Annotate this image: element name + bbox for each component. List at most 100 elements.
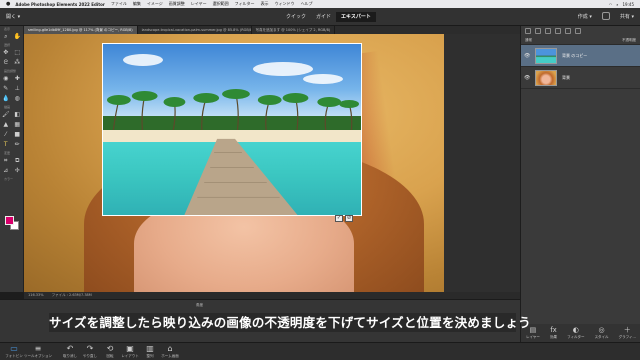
apple-icon[interactable]: ● bbox=[6, 1, 10, 7]
fx-icon: fx bbox=[550, 326, 557, 334]
marquee-tool-icon[interactable]: ⬚ bbox=[13, 49, 21, 57]
layer-name: 背景 のコピー bbox=[562, 52, 588, 58]
eye-tool-icon[interactable]: ◉ bbox=[2, 75, 10, 83]
move-tool-icon[interactable]: ✥ bbox=[2, 49, 10, 57]
tab-portrait[interactable]: smiling-gile1db89f_1280.jpg @ 117% (背景 の… bbox=[24, 26, 138, 34]
hand-tool-icon[interactable]: ✋ bbox=[13, 33, 21, 41]
tool-panel: 表示 ⌕ ✋ 選択 ✥ ⬚ ᘓ ⁂ 画質調整 ◉ ✚ ✎ ⊥ 💧 ◍ 描画 🖌 ◧ ▲ ▦ ⁄ ■… bbox=[0, 26, 24, 292]
clock[interactable]: 19:45 bbox=[622, 2, 634, 7]
mode-expert[interactable]: エキスパート bbox=[336, 12, 376, 22]
crop-tool-icon[interactable]: ⌗ bbox=[2, 157, 10, 165]
magic-wand-tool-icon[interactable]: ⁂ bbox=[13, 59, 21, 67]
menu-view[interactable]: 表示 bbox=[261, 1, 269, 7]
paint-bucket-tool-icon[interactable]: ▲ bbox=[2, 121, 10, 129]
app-top-bar: 開く ▾ クイック ガイド エキスパート 作成 ▾ 共有 ▾ bbox=[0, 8, 640, 26]
eraser-tool-icon[interactable]: ◧ bbox=[13, 111, 21, 119]
menu-window[interactable]: ウィンドウ bbox=[275, 1, 295, 7]
create-button[interactable]: 作成 ▾ bbox=[578, 13, 592, 20]
undo-button[interactable]: ↶ 取り消し bbox=[60, 344, 80, 359]
photo-bin-button[interactable]: ▭ フォトビン bbox=[4, 344, 24, 359]
smart-brush-tool-icon[interactable]: ✎ bbox=[2, 85, 10, 93]
zoom-readout[interactable]: 116.33% bbox=[28, 292, 44, 299]
layout-button[interactable]: ▣ レイアウト bbox=[120, 344, 140, 359]
menu-edit[interactable]: 編集 bbox=[133, 1, 141, 7]
cancel-transform-icon[interactable]: ⊘ bbox=[345, 215, 353, 222]
panel-icon[interactable] bbox=[601, 12, 610, 20]
graphics-button[interactable]: ＋グラフィ... bbox=[619, 326, 636, 340]
menu-layer[interactable]: レイヤー bbox=[191, 1, 207, 7]
menu-image[interactable]: イメージ bbox=[147, 1, 163, 7]
lock-icon[interactable] bbox=[565, 28, 571, 34]
brush-tool-icon[interactable]: 🖌 bbox=[2, 111, 10, 119]
undo-icon: ↶ bbox=[66, 344, 74, 353]
image-canvas[interactable]: ✓ ⊘ bbox=[24, 34, 520, 292]
mask-icon[interactable] bbox=[555, 28, 561, 34]
filter-icon: ◐ bbox=[572, 326, 579, 334]
tutorial-caption: サイズを調整したら映り込みの画像の不透明度を下げてサイズと位置を決めましょう bbox=[49, 313, 531, 332]
layer-row[interactable]: 👁 背景 のコピー bbox=[521, 45, 640, 67]
foreground-color-swatch[interactable] bbox=[5, 216, 14, 225]
layer-action-icons bbox=[521, 26, 640, 36]
tab-shape[interactable]: 写真を追加ます @ 100% (シェイプ 2, RGB/8) bbox=[252, 26, 336, 34]
pencil-tool-icon[interactable]: ✏ bbox=[13, 141, 21, 149]
doc-size-readout[interactable]: ファイル : 2.63M/7.38M bbox=[52, 292, 92, 299]
system-menu-bar: ● Adobe Photoshop Elements 2022 Editor フ… bbox=[0, 0, 640, 8]
effects-button[interactable]: fx 効果 bbox=[550, 326, 557, 340]
commit-transform-icon[interactable]: ✓ bbox=[335, 215, 343, 222]
gradient-tool-icon[interactable]: ▦ bbox=[13, 121, 21, 129]
rotate-button[interactable]: ⟲ 回転 bbox=[100, 344, 120, 359]
layer-thumbnail bbox=[535, 69, 557, 86]
content-move-tool-icon[interactable]: ✢ bbox=[13, 167, 21, 175]
new-layer-icon[interactable] bbox=[525, 28, 531, 34]
organizer-icon: ▥ bbox=[146, 344, 154, 353]
angle-label: 角度 bbox=[196, 303, 203, 307]
mode-guided[interactable]: ガイド bbox=[311, 12, 336, 22]
visibility-icon[interactable]: 👁 bbox=[524, 53, 530, 59]
style-icon: ◎ bbox=[598, 326, 605, 334]
visibility-icon[interactable]: 👁 bbox=[524, 75, 530, 81]
transform-handles: ✓ ⊘ bbox=[335, 215, 353, 222]
redo-button[interactable]: ↷ やり直し bbox=[80, 344, 100, 359]
mode-quick[interactable]: クイック bbox=[281, 12, 311, 22]
search-icon[interactable]: ⌕ bbox=[616, 2, 618, 7]
spot-heal-tool-icon[interactable]: ✚ bbox=[13, 75, 21, 83]
sponge-tool-icon[interactable]: ◍ bbox=[13, 95, 21, 103]
trash-icon[interactable] bbox=[575, 28, 581, 34]
beach-layer-image[interactable] bbox=[102, 43, 362, 216]
type-tool-icon[interactable]: T bbox=[2, 141, 10, 149]
menu-enhance[interactable]: 画質調整 bbox=[169, 1, 185, 7]
app-name[interactable]: Adobe Photoshop Elements 2022 Editor bbox=[15, 2, 104, 7]
menu-filter[interactable]: フィルター bbox=[235, 1, 255, 7]
photo-bin-icon: ▭ bbox=[10, 344, 18, 353]
fill-layer-icon[interactable] bbox=[545, 28, 551, 34]
home-screen-button[interactable]: ⌂ ホーム画面 bbox=[160, 344, 180, 359]
lasso-tool-icon[interactable]: ᘓ bbox=[2, 59, 10, 67]
tab-beach[interactable]: landscape-tropical-vacation-palm-summer.… bbox=[138, 26, 252, 34]
plus-icon: ＋ bbox=[623, 326, 631, 334]
status-bar: 116.33% ファイル : 2.63M/7.38M bbox=[24, 292, 520, 299]
tool-section-color: カラー bbox=[4, 177, 14, 181]
blend-mode-select[interactable]: 通常 bbox=[525, 36, 532, 44]
menu-select[interactable]: 選択範囲 bbox=[213, 1, 229, 7]
menu-help[interactable]: ヘルプ bbox=[301, 1, 313, 7]
eyedropper-tool-icon[interactable]: ⁄ bbox=[2, 131, 10, 139]
blend-row: 通常 不透明度 bbox=[521, 36, 640, 45]
menu-file[interactable]: ファイル bbox=[111, 1, 127, 7]
wifi-icon[interactable]: ◠ bbox=[609, 2, 613, 7]
filters-button[interactable]: ◐ フィルター bbox=[567, 326, 584, 340]
organizer-button[interactable]: ▥ 整列 bbox=[140, 344, 160, 359]
zoom-tool-icon[interactable]: ⌕ bbox=[2, 33, 10, 41]
clone-stamp-tool-icon[interactable]: ⊥ bbox=[13, 85, 21, 93]
tool-options-button[interactable]: ≡ ツールオプション bbox=[24, 344, 52, 359]
layer-row[interactable]: 👁 背景 bbox=[521, 67, 640, 89]
styles-button[interactable]: ◎ スタイル bbox=[595, 326, 609, 340]
share-button[interactable]: 共有 ▾ bbox=[620, 13, 634, 20]
recompose-tool-icon[interactable]: ⧉ bbox=[13, 157, 21, 165]
open-button[interactable]: 開く ▾ bbox=[6, 13, 20, 20]
rotate-icon: ⟲ bbox=[106, 344, 114, 353]
blur-tool-icon[interactable]: 💧 bbox=[2, 95, 10, 103]
group-icon[interactable] bbox=[535, 28, 541, 34]
shape-tool-icon[interactable]: ■ bbox=[13, 131, 21, 139]
straighten-tool-icon[interactable]: ⊿ bbox=[2, 167, 10, 175]
opacity-label[interactable]: 不透明度 bbox=[622, 36, 636, 44]
